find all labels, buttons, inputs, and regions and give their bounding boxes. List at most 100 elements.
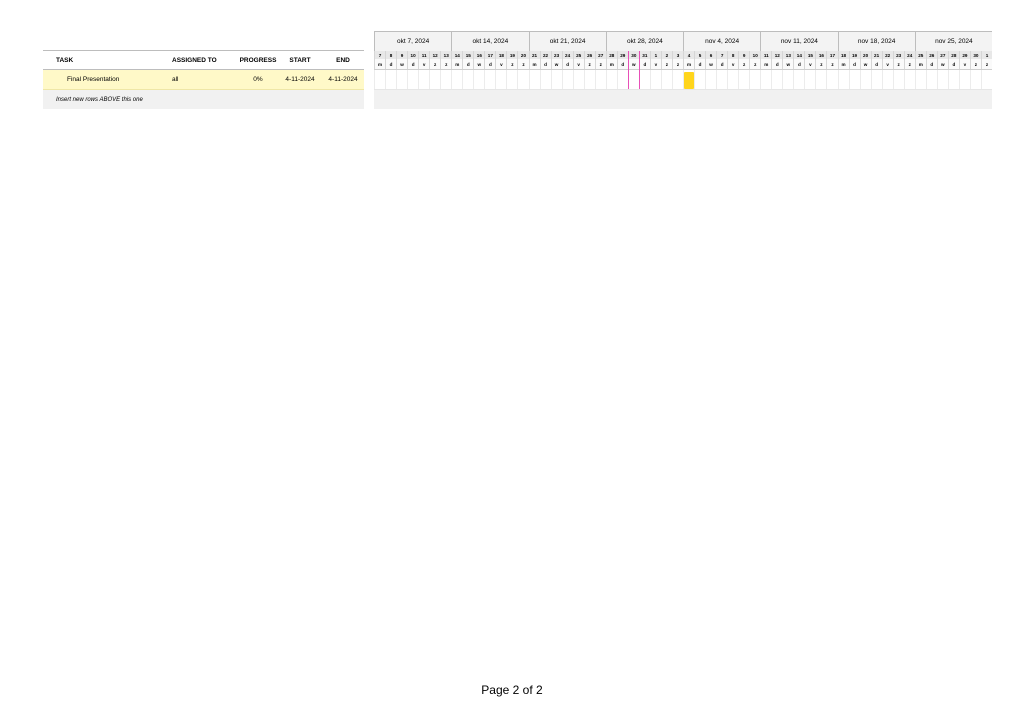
- day-number: 7: [374, 51, 385, 59]
- task-name-cell[interactable]: Final Presentation: [67, 70, 119, 89]
- day-number: 8: [385, 51, 396, 59]
- day-number: 19: [848, 51, 860, 59]
- day-letter: d: [561, 59, 573, 69]
- gantt-timeline: okt 7, 2024 okt 14, 2024 okt 21, 2024 okt 2…: [374, 31, 992, 109]
- day-letter: w: [782, 59, 793, 69]
- day-letter: w: [859, 59, 871, 69]
- day-number: 22: [881, 51, 893, 59]
- day-number: 1: [649, 51, 661, 59]
- day-letter: d: [385, 59, 396, 69]
- day-letter: d: [539, 59, 551, 69]
- day-letter: d: [407, 59, 418, 69]
- day-letter: z: [892, 59, 904, 69]
- day-letter: d: [716, 59, 727, 69]
- day-letter: v: [727, 59, 738, 69]
- day-number: 25: [914, 51, 926, 59]
- day-number: 20: [859, 51, 871, 59]
- day-letter: v: [572, 59, 584, 69]
- gantt-insert-row[interactable]: [374, 90, 992, 109]
- day-letter: d: [870, 59, 882, 69]
- start-date-cell[interactable]: 4-11-2024: [283, 70, 317, 89]
- day-number: 10: [407, 51, 418, 59]
- day-number: 27: [936, 51, 948, 59]
- week-label: okt 14, 2024: [451, 32, 528, 51]
- day-number: 15: [462, 51, 473, 59]
- task-bar-final-presentation[interactable]: [684, 72, 695, 89]
- day-letter: w: [396, 59, 407, 69]
- week-label: okt 21, 2024: [528, 32, 606, 51]
- day-letter: z: [517, 59, 528, 69]
- day-number: 12: [429, 51, 440, 59]
- task-table: TASK ASSIGNED TO PROGRESS START END Fina…: [43, 50, 364, 109]
- week-header-row: okt 7, 2024 okt 14, 2024 okt 21, 2024 okt 2…: [374, 31, 992, 51]
- insert-rows-note-row[interactable]: Insert new rows ABOVE this one: [43, 90, 364, 109]
- day-letter: z: [826, 59, 837, 69]
- day-letter: d: [694, 59, 705, 69]
- day-letter: z: [506, 59, 517, 69]
- week-label: nov 18, 2024: [837, 32, 915, 51]
- day-letter: z: [429, 59, 440, 69]
- day-letter: z: [583, 59, 595, 69]
- header-progress: PROGRESS: [239, 56, 277, 64]
- day-letter: z: [969, 59, 981, 69]
- end-date-cell[interactable]: 4-11-2024: [326, 70, 360, 89]
- assigned-to-cell[interactable]: all: [172, 70, 179, 89]
- header-start: START: [289, 56, 311, 64]
- day-number: 21: [870, 51, 882, 59]
- day-letter: v: [649, 59, 661, 69]
- day-letter: z: [815, 59, 826, 69]
- day-letter-row: mdwdvzzmdwdvzzmdwdvzzmdwdvzzmdwdvzzmdwdv…: [374, 59, 992, 70]
- week-label: nov 25, 2024: [914, 32, 992, 51]
- day-number: 26: [583, 51, 595, 59]
- week-label: nov 4, 2024: [683, 32, 760, 51]
- today-marker: [627, 51, 640, 89]
- day-number: 29: [958, 51, 970, 59]
- day-letter: m: [374, 59, 385, 69]
- table-header-row: TASK ASSIGNED TO PROGRESS START END: [43, 50, 364, 70]
- day-letter: d: [616, 59, 628, 69]
- day-number: 12: [771, 51, 782, 59]
- day-column[interactable]: [980, 70, 993, 89]
- day-number: 11: [418, 51, 429, 59]
- day-number: 10: [749, 51, 760, 59]
- page-number: Page 2 of 2: [481, 683, 543, 697]
- day-letter: d: [793, 59, 804, 69]
- day-letter: m: [837, 59, 849, 69]
- day-number: 25: [572, 51, 584, 59]
- day-letter: z: [749, 59, 760, 69]
- header-task: TASK: [56, 56, 74, 64]
- day-number: 8: [727, 51, 738, 59]
- day-number: 2: [660, 51, 672, 59]
- day-letter: z: [440, 59, 451, 69]
- progress-cell[interactable]: 0%: [239, 70, 277, 89]
- day-letter: d: [462, 59, 473, 69]
- day-letter: z: [903, 59, 915, 69]
- table-row[interactable]: Final Presentation all 0% 4-11-2024 4-11…: [43, 70, 364, 90]
- day-letter: d: [638, 59, 650, 69]
- day-number: 19: [506, 51, 517, 59]
- day-number: 18: [495, 51, 506, 59]
- day-number: 22: [539, 51, 551, 59]
- day-letter: w: [550, 59, 562, 69]
- day-number: 31: [638, 51, 650, 59]
- week-label: okt 28, 2024: [605, 32, 683, 51]
- day-number: 23: [892, 51, 904, 59]
- day-number: 7: [716, 51, 727, 59]
- day-number: 16: [473, 51, 484, 59]
- gantt-task-row[interactable]: [374, 70, 992, 90]
- day-number: 28: [947, 51, 959, 59]
- day-letter: d: [771, 59, 782, 69]
- day-number: 3: [671, 51, 683, 59]
- day-number: 1: [980, 51, 992, 59]
- day-letter: d: [925, 59, 937, 69]
- day-number: 18: [837, 51, 849, 59]
- day-letter: d: [484, 59, 495, 69]
- day-number: 21: [528, 51, 540, 59]
- day-number-row: 7 8 9 10 11 12 13 14 15 16 17 18 19 20 21 22 23 24 25 26 27 2…: [374, 51, 992, 59]
- day-number: 24: [903, 51, 915, 59]
- day-letter: m: [914, 59, 926, 69]
- day-letter: v: [804, 59, 815, 69]
- day-letter: m: [683, 59, 694, 69]
- day-letter: z: [980, 59, 992, 69]
- day-letter: m: [451, 59, 462, 69]
